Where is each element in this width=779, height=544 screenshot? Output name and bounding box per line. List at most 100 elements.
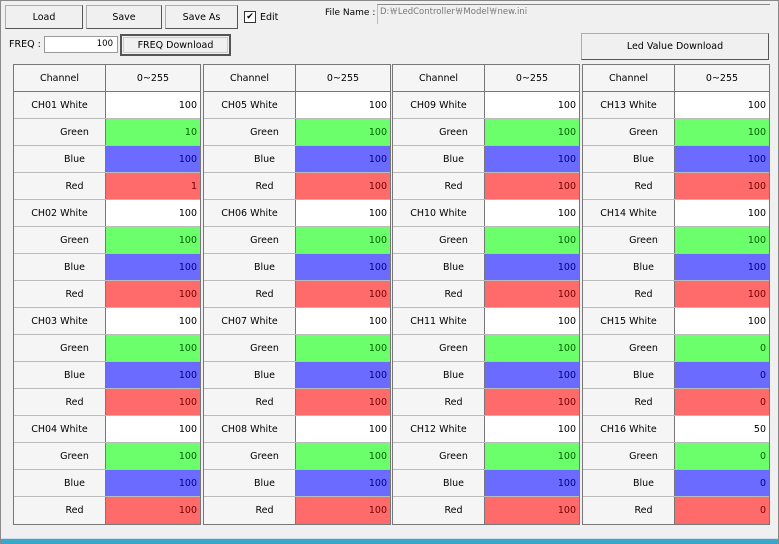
blue-value-cell[interactable]: 100 [485, 470, 579, 496]
red-value-cell[interactable]: 100 [106, 389, 200, 415]
green-value-cell[interactable]: 100 [485, 443, 579, 469]
green-value-cell[interactable]: 100 [106, 227, 200, 253]
white-value-cell[interactable]: 100 [675, 200, 769, 226]
red-value-cell[interactable]: 100 [296, 173, 390, 199]
table-row: Red 100 [393, 281, 579, 308]
blue-value-cell[interactable]: 0 [675, 470, 769, 496]
green-value-cell[interactable]: 100 [106, 335, 200, 361]
table-row: Green 100 [14, 227, 200, 254]
blue-value-cell[interactable]: 100 [485, 362, 579, 388]
green-value-cell[interactable]: 100 [675, 227, 769, 253]
blue-value-cell[interactable]: 100 [106, 254, 200, 280]
checkbox-icon[interactable]: ✔ [244, 11, 256, 23]
blue-value-cell[interactable]: 100 [296, 470, 390, 496]
blue-value-cell[interactable]: 0 [675, 362, 769, 388]
freq-input[interactable]: 100 [44, 36, 118, 53]
save-as-button[interactable]: Save As [165, 5, 238, 29]
white-value-cell[interactable]: 100 [296, 92, 390, 118]
green-value-cell[interactable]: 100 [485, 335, 579, 361]
blue-value-cell[interactable]: 100 [485, 146, 579, 172]
blue-value-cell[interactable]: 100 [675, 254, 769, 280]
white-value-cell[interactable]: 100 [675, 92, 769, 118]
file-name-field[interactable]: D:￦LedController￦Model￦new.ini [377, 4, 770, 24]
white-value-cell[interactable]: 100 [485, 92, 579, 118]
table-row: Green 100 [204, 335, 390, 362]
white-value-cell[interactable]: 100 [106, 92, 200, 118]
white-value-cell[interactable]: 100 [485, 200, 579, 226]
white-value-cell[interactable]: 100 [106, 308, 200, 334]
red-value-cell[interactable]: 100 [106, 281, 200, 307]
table-row: CH10 White 100 [393, 200, 579, 227]
save-button[interactable]: Save [86, 5, 162, 29]
green-value-cell[interactable]: 0 [675, 443, 769, 469]
white-value-cell[interactable]: 100 [675, 308, 769, 334]
channel-label: Red [14, 173, 106, 199]
red-value-cell[interactable]: 1 [106, 173, 200, 199]
red-value-cell[interactable]: 100 [485, 173, 579, 199]
table-row: Red 100 [393, 173, 579, 200]
channel-label: CH10 White [393, 200, 485, 226]
white-value-cell[interactable]: 50 [675, 416, 769, 442]
channel-label: Blue [14, 146, 106, 172]
blue-value-cell[interactable]: 100 [106, 362, 200, 388]
freq-download-button[interactable]: FREQ Download [120, 34, 231, 56]
white-value-cell[interactable]: 100 [106, 200, 200, 226]
red-value-cell[interactable]: 0 [675, 389, 769, 415]
channel-label: Red [204, 497, 296, 524]
green-value-cell[interactable]: 100 [675, 119, 769, 145]
green-value-cell[interactable]: 100 [296, 335, 390, 361]
blue-value-cell[interactable]: 100 [296, 254, 390, 280]
white-value-cell[interactable]: 100 [296, 416, 390, 442]
led-value-download-button[interactable]: Led Value Download [581, 33, 769, 60]
red-value-cell[interactable]: 0 [675, 497, 769, 524]
blue-value-cell[interactable]: 100 [485, 254, 579, 280]
red-value-cell[interactable]: 100 [485, 389, 579, 415]
blue-value-cell[interactable]: 100 [296, 362, 390, 388]
green-value-cell[interactable]: 100 [296, 119, 390, 145]
white-value-cell[interactable]: 100 [296, 308, 390, 334]
channel-label: Red [583, 389, 675, 415]
green-value-cell[interactable]: 100 [106, 443, 200, 469]
green-value-cell[interactable]: 100 [296, 227, 390, 253]
range-header: 0~255 [326, 72, 360, 84]
blue-value-cell[interactable]: 100 [106, 146, 200, 172]
red-value-cell[interactable]: 100 [675, 281, 769, 307]
table-row: Red 0 [583, 389, 769, 416]
white-value-cell[interactable]: 100 [485, 416, 579, 442]
red-value-cell[interactable]: 100 [296, 497, 390, 524]
channel-header: Channel [393, 65, 485, 91]
edit-checkbox[interactable]: ✔ Edit [244, 11, 278, 23]
white-value-cell[interactable]: 100 [296, 200, 390, 226]
white-value-cell[interactable]: 100 [106, 416, 200, 442]
channel-label: CH16 White [583, 416, 675, 442]
green-value-cell[interactable]: 100 [296, 443, 390, 469]
table-row: Red 100 [204, 497, 390, 524]
green-value-cell[interactable]: 0 [675, 335, 769, 361]
white-value-cell[interactable]: 100 [485, 308, 579, 334]
green-value-cell[interactable]: 100 [485, 227, 579, 253]
table-row: CH13 White 100 [583, 92, 769, 119]
channel-label: Blue [583, 146, 675, 172]
table-row: Red 100 [393, 389, 579, 416]
green-value-cell[interactable]: 100 [485, 119, 579, 145]
load-button[interactable]: Load [5, 5, 83, 29]
file-name-label: File Name : [325, 8, 376, 18]
table-row: CH11 White 100 [393, 308, 579, 335]
channel-label: Red [583, 173, 675, 199]
channel-label: Red [393, 173, 485, 199]
red-value-cell[interactable]: 100 [485, 281, 579, 307]
table-row: Green 100 [393, 335, 579, 362]
table-row: CH12 White 100 [393, 416, 579, 443]
table-row: Blue 100 [14, 470, 200, 497]
red-value-cell[interactable]: 100 [106, 497, 200, 524]
green-value-cell[interactable]: 10 [106, 119, 200, 145]
red-value-cell[interactable]: 100 [675, 173, 769, 199]
red-value-cell[interactable]: 100 [296, 281, 390, 307]
channel-label: Red [393, 389, 485, 415]
red-value-cell[interactable]: 100 [296, 389, 390, 415]
blue-value-cell[interactable]: 100 [675, 146, 769, 172]
blue-value-cell[interactable]: 100 [106, 470, 200, 496]
red-value-cell[interactable]: 100 [485, 497, 579, 524]
table-row: Green 100 [204, 119, 390, 146]
blue-value-cell[interactable]: 100 [296, 146, 390, 172]
